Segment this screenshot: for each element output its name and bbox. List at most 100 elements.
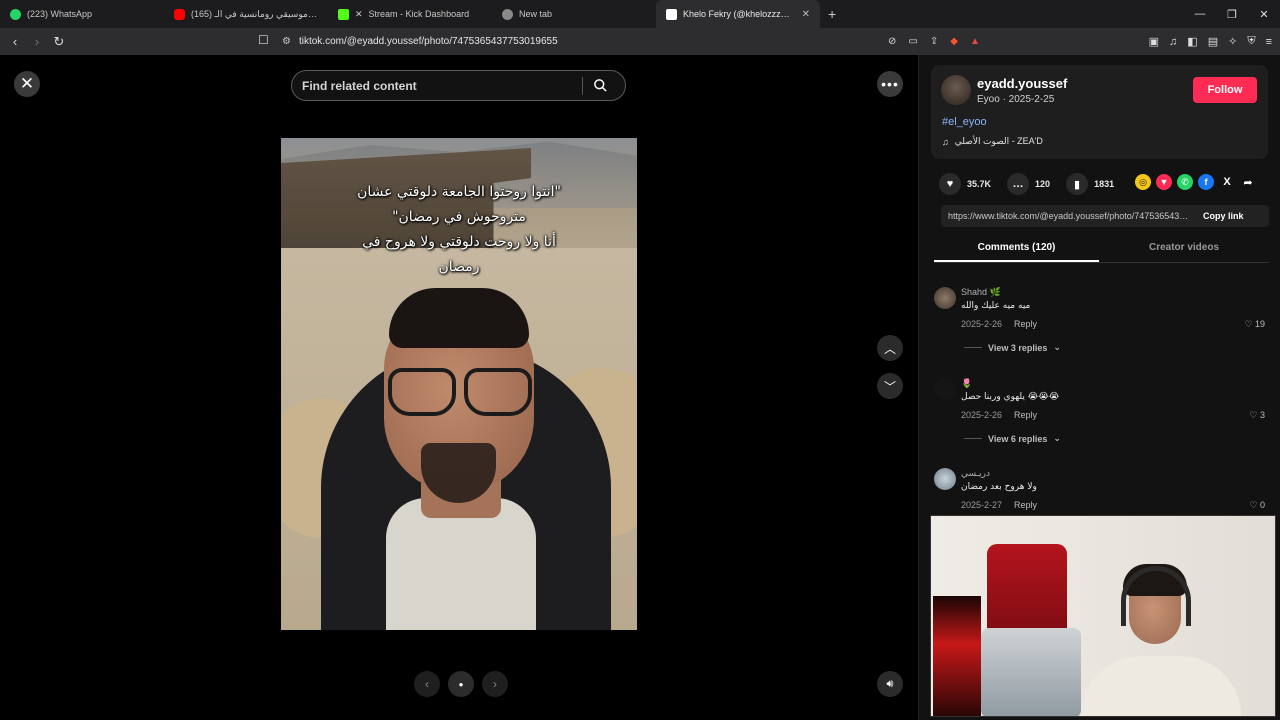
post-photo[interactable]: "انتوا روحتوا الجامعة دلوقتي عشان متروحو… (281, 138, 637, 630)
page-dot: ● (448, 671, 474, 697)
webcam-overlay (930, 515, 1276, 717)
search-icon[interactable] (583, 78, 617, 93)
share-link-text[interactable]: https://www.tiktok.com/@eyadd.youssef/ph… (941, 211, 1193, 221)
tab-label: (223) WhatsApp (27, 9, 93, 19)
webcam-pc-case (933, 596, 981, 716)
chevron-down-icon: ⌄ (1053, 433, 1061, 443)
view-replies-label: View 3 replies (988, 342, 1048, 353)
no-translate-icon[interactable]: ⊘ (888, 36, 896, 47)
back-button[interactable]: ‹ (4, 31, 26, 53)
next-photo-button[interactable]: › (482, 671, 508, 697)
comment-like[interactable]: ♡ 0 (1249, 500, 1265, 511)
reply-button[interactable]: Reply (1014, 319, 1037, 329)
tab-creator-videos[interactable]: Creator videos (1099, 235, 1269, 262)
muted-icon: ✕ (355, 8, 363, 19)
view-replies-button[interactable]: View 6 replies ⌄ (964, 433, 1061, 444)
prev-photo-button[interactable]: ‹ (414, 671, 440, 697)
bookmark-icon[interactable]: ☐ (258, 33, 269, 47)
view-replies-button[interactable]: View 3 replies ⌄ (964, 342, 1061, 353)
menu-icon[interactable]: ≡ (1266, 36, 1272, 48)
copy-link-button[interactable]: Copy link (1203, 211, 1244, 221)
comment-text: ميه ميه عليك والله (961, 301, 1031, 311)
sidebar-icon[interactable]: ◧ (1187, 35, 1197, 48)
share-arrow-icon[interactable]: ➦ (1240, 174, 1256, 190)
comment-date: 2025-2-27 (961, 500, 1003, 510)
facebook-share-icon[interactable]: f (1198, 174, 1214, 190)
brave-shields-icon[interactable]: ◆ (950, 36, 958, 47)
author-username[interactable]: eyadd.youssef (977, 76, 1067, 91)
webcam-bed (981, 628, 1081, 716)
comment-author[interactable]: دريـسي (961, 468, 990, 479)
tab-youtube[interactable]: (165) أفضل موسيقي رومانسية في الـ (164, 0, 328, 28)
vpn-icon[interactable]: ⛨ (1247, 35, 1255, 48)
cast-icon[interactable]: ▭ (908, 36, 917, 47)
brave-icon (502, 8, 513, 20)
reload-button[interactable]: ↻ (48, 31, 70, 53)
tab-label: (165) أفضل موسيقي رومانسية في الـ (191, 8, 318, 19)
more-options-button[interactable]: ••• (877, 71, 903, 97)
heart-icon: ♡ (1249, 500, 1258, 510)
comment-like-count: 0 (1259, 500, 1265, 510)
comment-like-count: 19 (1254, 319, 1265, 329)
wallet-icon[interactable]: ▤ (1208, 35, 1218, 48)
reply-button[interactable]: Reply (1014, 410, 1037, 420)
reply-divider (964, 347, 982, 348)
embed-icon[interactable]: ◎ (1135, 174, 1151, 190)
music-link[interactable]: ♫ الصوت الأصلي - ZEA'D (942, 136, 1043, 147)
comment-author[interactable]: Shahd 🌿 (961, 287, 1001, 298)
whatsapp-share-icon[interactable]: ✆ (1177, 174, 1193, 190)
volume-button[interactable]: 🔊︎ (877, 671, 903, 697)
avatar[interactable] (934, 378, 956, 400)
avatar[interactable] (934, 287, 956, 309)
bookmark-icon[interactable]: ▮ (1066, 173, 1089, 195)
tab-kick[interactable]: ✕ Stream - Kick Dashboard (328, 0, 492, 28)
tab-comments[interactable]: Comments (120) (934, 235, 1099, 262)
tiktok-icon (666, 8, 677, 20)
close-viewer-button[interactable]: ✕ (14, 71, 40, 97)
search-input[interactable] (292, 78, 582, 93)
close-tab-icon[interactable]: ✕ (802, 9, 810, 20)
comment-icon[interactable]: … (1007, 173, 1030, 195)
comment-text: يلهوي وربنا حصل 😭😭😭 (961, 392, 1060, 402)
share-icon[interactable]: ⇪ (930, 36, 938, 47)
send-to-friends-icon[interactable]: ▼ (1156, 174, 1172, 190)
like-icon[interactable]: ♥ (939, 173, 961, 195)
comment-author[interactable]: 🌷 (961, 378, 972, 389)
address-bar[interactable]: ⚙ tiktok.com/@eyadd.youssef/photo/747536… (282, 28, 558, 55)
site-info-icon[interactable]: ⚙ (282, 36, 291, 47)
comment-like[interactable]: ♡ 3 (1249, 410, 1265, 421)
author-card: eyadd.youssef Eyoo · 2025-2-25 Follow #e… (931, 65, 1268, 159)
next-post-button[interactable]: ﹀ (877, 373, 903, 399)
tab-new[interactable]: New tab (492, 0, 656, 28)
brave-rewards-icon[interactable]: ▲ (970, 36, 980, 47)
forward-button[interactable]: › (26, 31, 48, 53)
comment-date: 2025-2-26 (961, 410, 1003, 420)
photo-person-glasses (386, 368, 536, 418)
avatar[interactable] (941, 75, 971, 105)
photo-person-hair (389, 288, 529, 348)
comment-like[interactable]: ♡ 19 (1244, 319, 1265, 330)
tab-whatsapp[interactable]: (223) WhatsApp (0, 0, 164, 28)
save-count: 1831 (1094, 179, 1115, 189)
previous-post-button[interactable]: ︿ (877, 335, 903, 361)
heart-icon: ♡ (1249, 410, 1258, 420)
close-icon: ✕ (19, 74, 35, 93)
screenshot-icon[interactable]: ▣ (1149, 35, 1159, 48)
new-tab-button[interactable]: + (820, 6, 844, 22)
reply-button[interactable]: Reply (1014, 500, 1037, 510)
close-window-button[interactable]: ✕ (1248, 0, 1280, 28)
minimize-button[interactable]: — (1184, 0, 1216, 28)
avatar[interactable] (934, 468, 956, 490)
leo-ai-icon[interactable]: ✧ (1228, 35, 1237, 48)
tab-tiktok[interactable]: Khelo Fekry (@khelozzzz) | Tik ✕ (656, 0, 820, 28)
x-share-icon[interactable]: X (1219, 174, 1235, 190)
follow-button[interactable]: Follow (1193, 77, 1257, 103)
music-title: الصوت الأصلي - ZEA'D (954, 136, 1043, 146)
hashtag-link[interactable]: #el_eyoo (942, 116, 987, 128)
music-icon[interactable]: ♫ (1169, 36, 1177, 48)
tab-label: Stream - Kick Dashboard (368, 9, 470, 19)
restore-button[interactable]: ❐ (1216, 0, 1248, 28)
photo-pager: ‹ ● › (414, 671, 508, 697)
view-replies-label: View 6 replies (988, 433, 1048, 444)
heart-icon: ♡ (1244, 319, 1253, 329)
